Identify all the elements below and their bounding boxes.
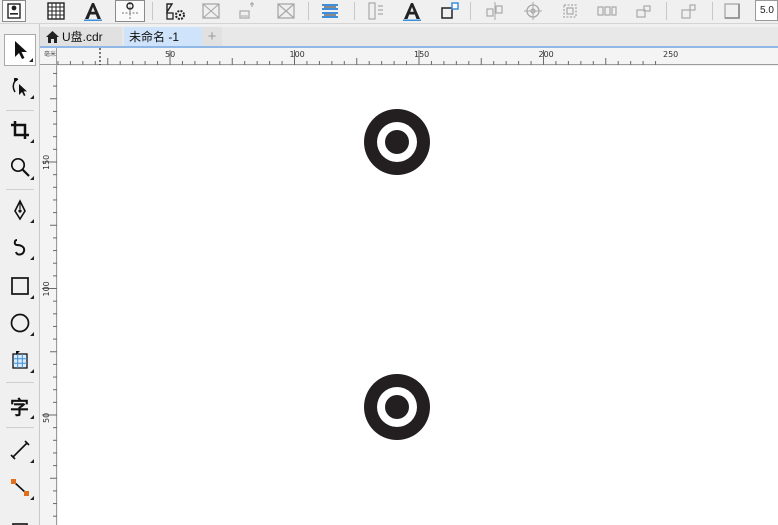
tab-untitled-label: 未命名 -1 [129, 30, 180, 44]
horizontal-ruler[interactable]: 50 100 150 200 250 [57, 48, 778, 65]
artistic-media-tool[interactable] [4, 231, 36, 263]
ruler-origin[interactable]: 毫米 [40, 48, 57, 65]
flyout-indicator [30, 459, 34, 463]
standard-toolbar: 5.0 [0, 0, 778, 24]
add-tab-button[interactable]: + [202, 27, 222, 46]
shape-node-icon [12, 78, 27, 96]
flyout-indicator [30, 256, 34, 260]
vertical-ruler[interactable]: 150 100 50 [40, 65, 57, 525]
ruler-tick-label: 100 [290, 50, 305, 59]
dimension-tool[interactable] [4, 434, 36, 466]
target-circle-top[interactable] [364, 109, 430, 175]
arrow-cursor-icon [15, 41, 27, 59]
separator [712, 2, 713, 20]
shape-settings-icon[interactable] [163, 0, 187, 22]
pick-tool[interactable] [4, 34, 36, 66]
page-frame-icon[interactable] [720, 0, 744, 22]
separator [6, 189, 34, 190]
placeholder-frame-icon[interactable] [274, 0, 298, 22]
zoom-tool[interactable] [4, 151, 36, 183]
ruler-tick-label: 150 [414, 50, 429, 59]
magnifier-icon [10, 157, 30, 177]
flyout-indicator [30, 176, 34, 180]
separator [6, 110, 34, 111]
group-icon[interactable] [632, 0, 656, 22]
text-a-icon[interactable] [81, 0, 105, 22]
crop-tool[interactable] [4, 114, 36, 146]
vertical-ruler-scale: 150 100 50 [42, 72, 57, 517]
svg-text:字: 字 [10, 396, 29, 418]
graph-paper-icon [12, 351, 28, 369]
separator [308, 2, 309, 20]
shape-tool[interactable] [4, 70, 36, 102]
tab-u-disk-file[interactable]: U盘.cdr [40, 27, 122, 46]
snap-grid-icon[interactable] [115, 0, 145, 22]
distribute-icon[interactable] [595, 0, 619, 22]
text-column-icon[interactable] [364, 0, 388, 22]
graph-paper-tool[interactable] [4, 344, 36, 376]
ellipse-icon [10, 313, 30, 333]
ruler-tick-label: 250 [663, 50, 678, 59]
separator [354, 2, 355, 20]
document-tabbar: U盘.cdr 未命名 -1 + [40, 27, 778, 46]
target-circle-bottom[interactable] [364, 374, 430, 440]
drawing-canvas[interactable] [58, 66, 778, 525]
text-tool[interactable]: 字 [4, 390, 36, 422]
transform-icon[interactable] [558, 0, 582, 22]
flyout-indicator [30, 219, 34, 223]
ungroup-icon[interactable] [677, 0, 701, 22]
rectangle-tool[interactable] [4, 270, 36, 302]
flyout-indicator [30, 496, 34, 500]
pen-tool[interactable] [4, 194, 36, 226]
text-character-icon: 字 [10, 396, 29, 418]
pen-nib-icon [14, 199, 26, 221]
separator [666, 2, 667, 20]
target-icon[interactable] [521, 0, 545, 22]
flyout-indicator [30, 332, 34, 336]
ruler-tick-label: 150 [42, 155, 51, 170]
ruler-tick-label: 100 [42, 281, 51, 296]
dimension-line-icon [10, 440, 30, 460]
table-icon[interactable] [44, 0, 68, 22]
tab-u-disk-label: U盘.cdr [62, 30, 103, 44]
align-text-icon[interactable] [318, 0, 342, 22]
brush-stroke-icon [13, 239, 26, 256]
crop-icon [11, 121, 29, 139]
placeholder-icon[interactable] [199, 0, 223, 22]
flyout-indicator [30, 295, 34, 299]
zoom-input[interactable]: 5.0 [755, 0, 778, 21]
node-icon[interactable] [438, 0, 462, 22]
connector-tool[interactable] [4, 471, 36, 503]
toolbox: 字 [0, 24, 40, 525]
flyout-indicator [29, 58, 33, 62]
separator [470, 2, 471, 20]
home-icon [46, 30, 59, 43]
more-tools-partial[interactable] [4, 511, 36, 525]
ruler-tick-label: 200 [539, 50, 554, 59]
corel-window: 5.0 字 U盘.cdr 未命名 -1 + 毫米 50 100 150 200 … [0, 0, 778, 525]
horizontal-ruler-scale: 50 100 150 200 250 [57, 48, 678, 65]
flyout-indicator [30, 139, 34, 143]
separator [152, 2, 153, 20]
rectangle-partial-icon [12, 523, 28, 525]
rectangle-icon [11, 277, 29, 295]
flyout-indicator [30, 415, 34, 419]
flyout-indicator [30, 95, 34, 99]
image-icon[interactable] [236, 0, 260, 22]
text-a-outline-icon[interactable] [400, 0, 424, 22]
flyout-indicator [30, 369, 34, 373]
ruler-unit-label: 毫米 [44, 50, 56, 58]
connector-line-icon [11, 479, 29, 496]
ruler-tick-label: 50 [165, 50, 175, 59]
page-icon[interactable] [2, 0, 26, 22]
ellipse-tool[interactable] [4, 307, 36, 339]
separator [6, 382, 34, 383]
arrange-icon[interactable] [483, 0, 507, 22]
separator [6, 427, 34, 428]
ruler-tick-label: 50 [42, 413, 51, 423]
tab-untitled[interactable]: 未命名 -1 [124, 27, 202, 46]
